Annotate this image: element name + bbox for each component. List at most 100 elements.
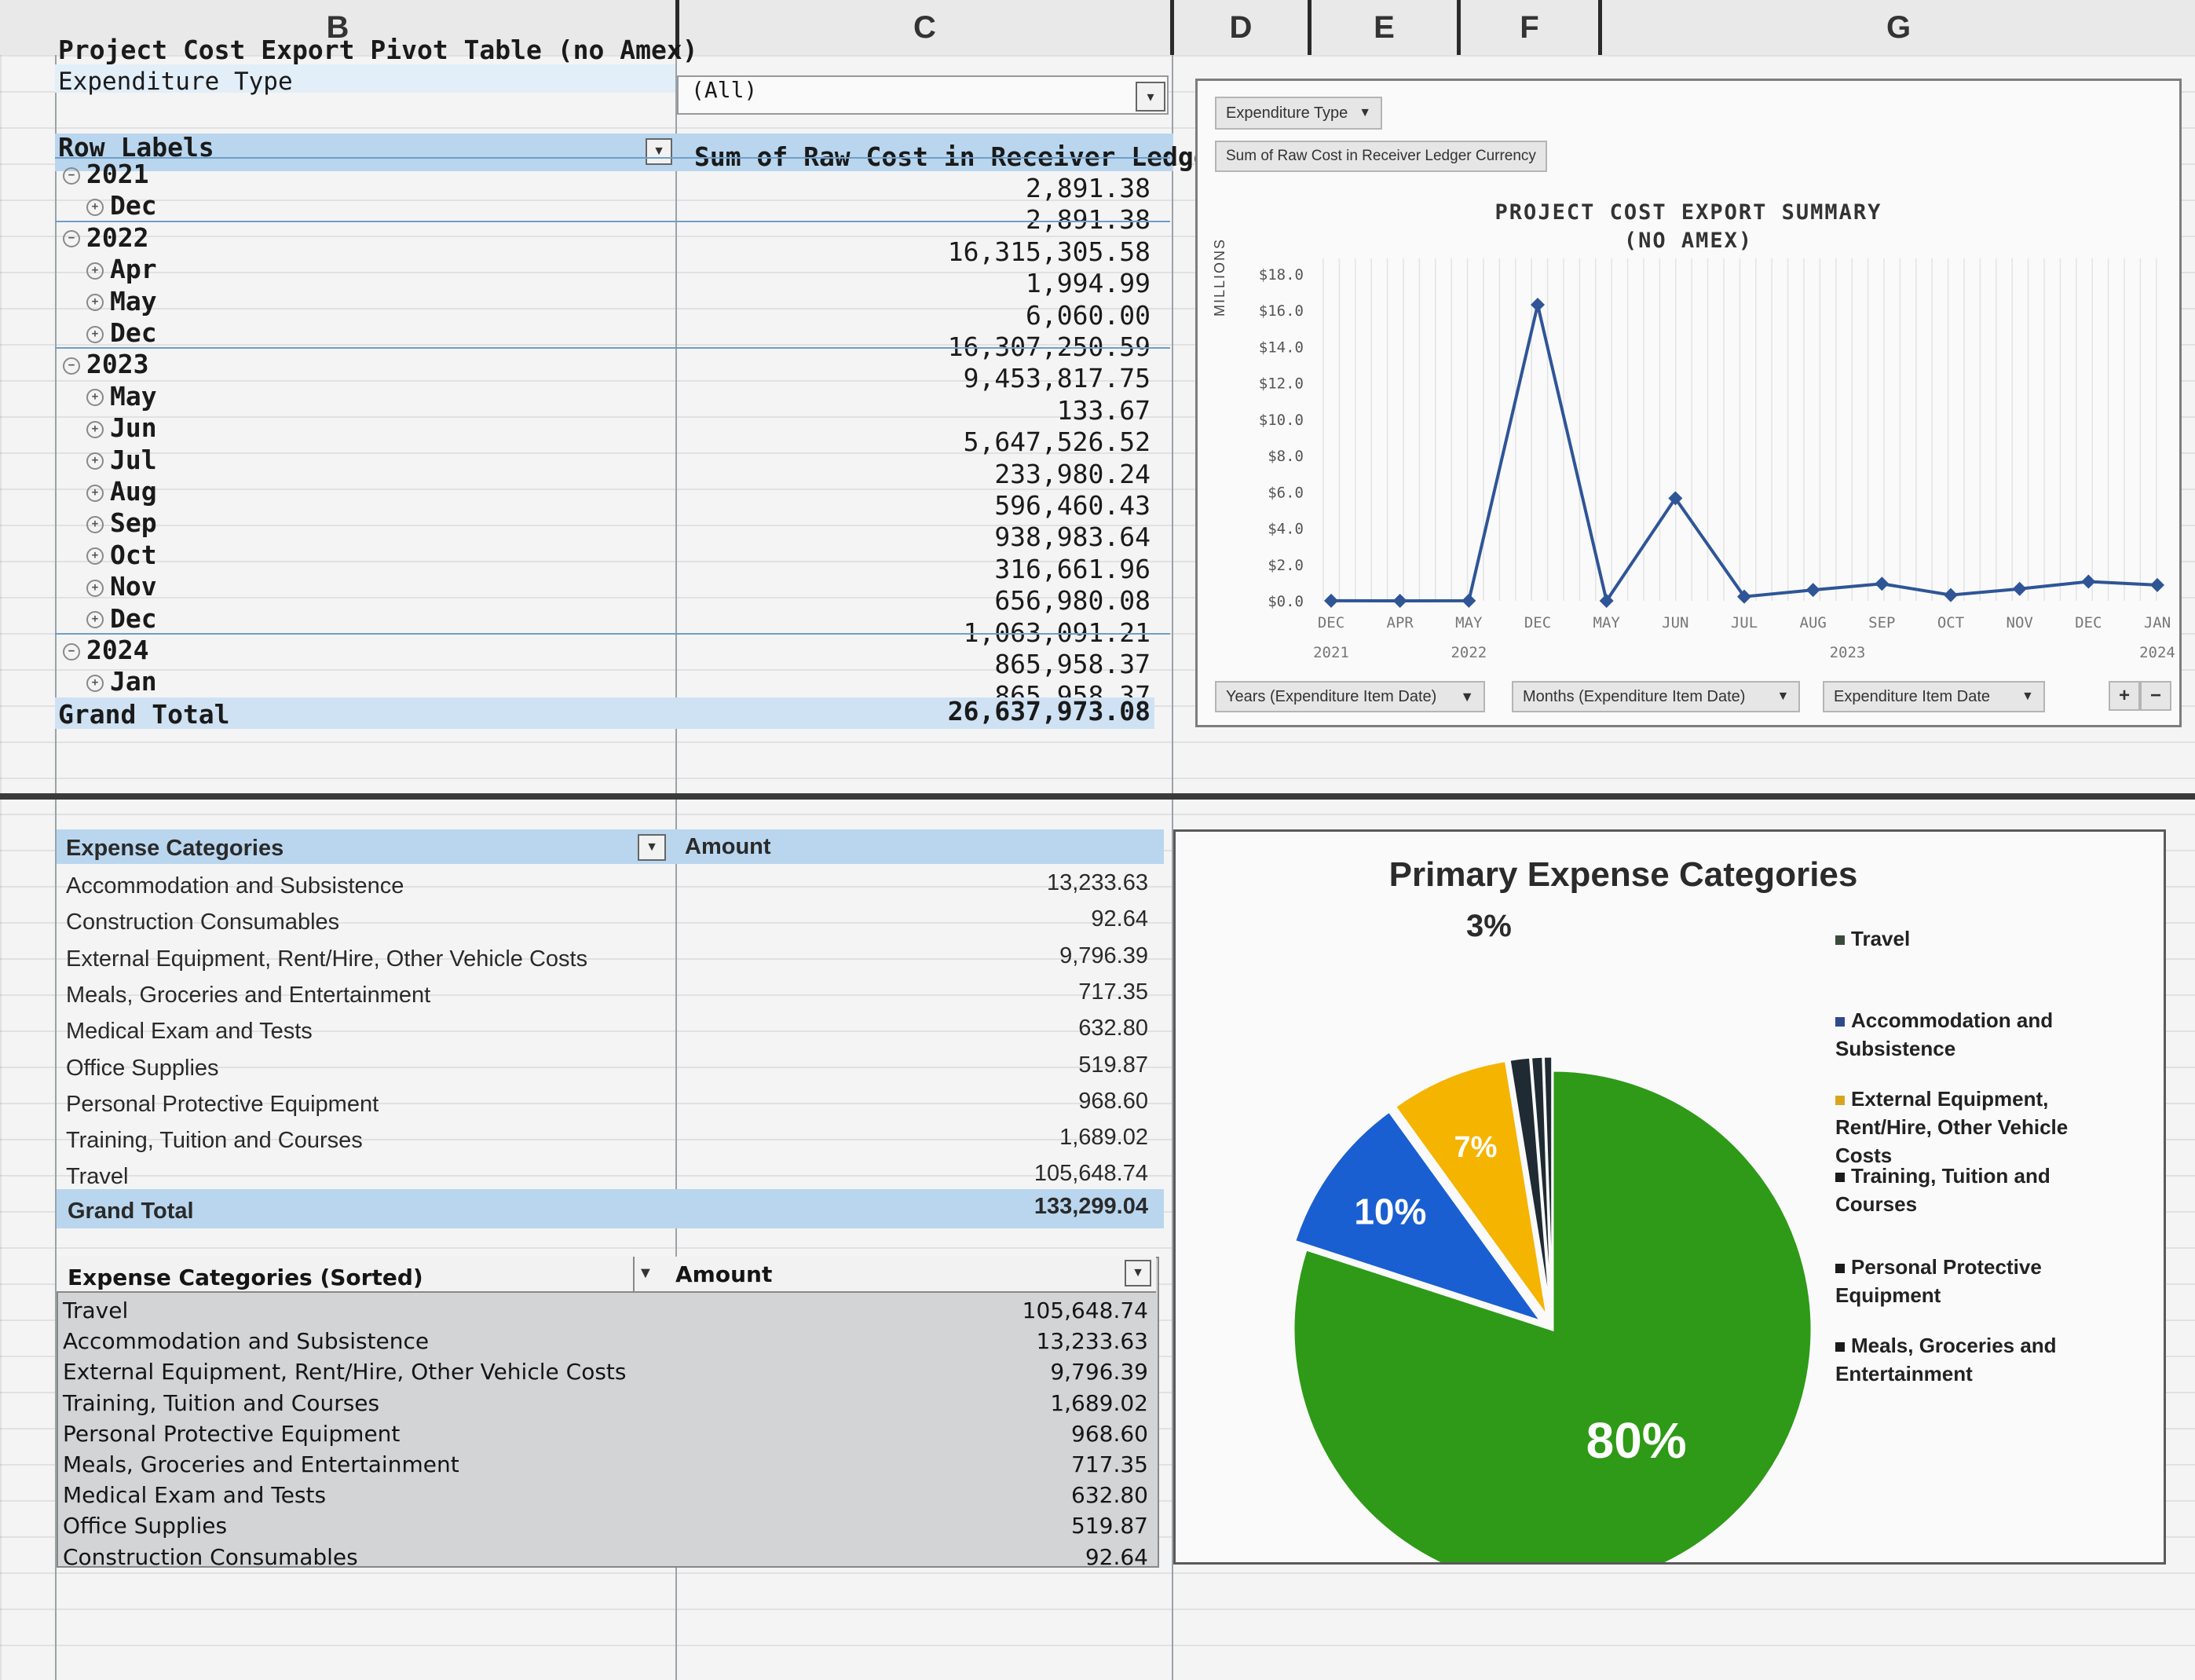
pivot-month-row-label[interactable]: + Dec xyxy=(86,603,157,634)
collapse-icon[interactable]: − xyxy=(63,357,80,375)
pie-chart-panel[interactable]: Primary Expense Categories 3% 80% 10% 7% T… xyxy=(1173,829,2166,1565)
pivot-row-value: 1,994.99 xyxy=(1026,268,1151,299)
x-year-label: 2022 xyxy=(1451,644,1487,661)
column-header-c[interactable]: C xyxy=(679,0,1174,55)
date-field-chip[interactable]: Expenditure Item Date ▼ xyxy=(1823,681,2045,712)
column-header-g[interactable]: G xyxy=(1602,0,2195,55)
pivot-month-row-label[interactable]: + Jan xyxy=(86,666,157,697)
collapse-icon[interactable]: − xyxy=(63,230,80,248)
freeze-pane-divider[interactable] xyxy=(0,793,2195,800)
expand-icon[interactable]: + xyxy=(86,674,104,692)
pivot-month-row-label[interactable]: + May xyxy=(86,381,157,412)
pivot-year-row-label[interactable]: −2023 xyxy=(63,349,148,379)
pivot-month-row-label[interactable]: + Aug xyxy=(86,476,157,507)
pie-legend-item[interactable]: Meals, Groceries and Entertainment xyxy=(1835,1331,2118,1388)
table2-row-label[interactable]: Accommodation and Subsistence xyxy=(66,873,404,899)
filter-label: Expenditure Type xyxy=(58,68,293,96)
legend-label: Personal Protective Equipment xyxy=(1835,1255,2042,1307)
grand-total-value: 26,637,973.08 xyxy=(947,696,1151,727)
line-data-point xyxy=(1531,298,1545,313)
pivot-month-row-label[interactable]: + Oct xyxy=(86,540,157,570)
expand-icon[interactable]: + xyxy=(86,294,104,312)
table2-row-label[interactable]: Office Supplies xyxy=(66,1056,219,1082)
pivot-month-row-label[interactable]: + May xyxy=(86,286,157,317)
table2-header-label[interactable]: Expense Categories xyxy=(66,836,284,862)
pivot-row-label-text: Apr xyxy=(110,254,157,285)
pivot-month-row-label[interactable]: + Jul xyxy=(86,445,157,475)
line-chart-panel[interactable]: Expenditure Type ▼ Sum of Raw Cost in Re… xyxy=(1195,79,2182,727)
pivot-month-row-label[interactable]: + Sep xyxy=(86,507,157,538)
table3-dropdown-icon[interactable]: ▼ xyxy=(1125,1260,1151,1287)
expand-icon[interactable]: + xyxy=(86,579,104,597)
table3-row-label[interactable]: Personal Protective Equipment xyxy=(63,1421,400,1447)
months-field-chip[interactable]: Months (Expenditure Item Date) ▼ xyxy=(1512,681,1801,712)
x-year-label: 2023 xyxy=(1830,644,1866,661)
pie-legend-item[interactable]: Travel xyxy=(1835,924,2118,953)
expand-icon[interactable]: + xyxy=(86,515,104,533)
table2-filter-icon[interactable]: ▼ xyxy=(638,834,666,861)
table3-row-label[interactable]: Construction Consumables xyxy=(63,1544,358,1570)
pivot-row-label-text: 2024 xyxy=(86,635,149,665)
line-chart-series xyxy=(1324,298,2164,608)
pivot-year-row-label[interactable]: −2021 xyxy=(63,159,148,189)
column-header-d[interactable]: D xyxy=(1174,0,1312,55)
months-field-label: Months (Expenditure Item Date) xyxy=(1523,687,1746,705)
pie-legend-item[interactable]: External Equipment, Rent/Hire, Other Veh… xyxy=(1835,1085,2118,1169)
column-header-e[interactable]: E xyxy=(1312,0,1461,55)
collapse-button[interactable]: − xyxy=(2140,681,2171,711)
expand-icon[interactable]: + xyxy=(86,547,104,565)
pivot-month-row-label[interactable]: + Apr xyxy=(86,254,157,284)
table3-row-label[interactable]: Medical Exam and Tests xyxy=(63,1482,326,1508)
y-tick-label: $4.0 xyxy=(1268,521,1304,538)
chevron-down-icon[interactable]: ▼ xyxy=(638,1265,653,1283)
expand-icon[interactable]: + xyxy=(86,484,104,502)
table3-row-label[interactable]: Meals, Groceries and Entertainment xyxy=(63,1451,459,1477)
legend-label: Training, Tuition and Courses xyxy=(1835,1164,2050,1216)
table3-row-label[interactable]: Office Supplies xyxy=(63,1513,227,1539)
collapse-icon[interactable]: − xyxy=(63,167,80,185)
expand-icon[interactable]: + xyxy=(86,198,104,216)
table3-row-label[interactable]: Travel xyxy=(63,1298,128,1323)
collapse-icon[interactable]: − xyxy=(63,642,80,661)
table2-row-label[interactable]: Travel xyxy=(66,1164,129,1190)
expand-icon[interactable]: + xyxy=(86,262,104,280)
expand-icon[interactable]: + xyxy=(86,452,104,470)
dropdown-arrow-icon[interactable]: ▾ xyxy=(1136,82,1165,112)
expand-icon[interactable]: + xyxy=(86,420,104,438)
line-chart-x-labels: DEC APR MAY DEC MAY JUN JUL AUG SEP OCT NOV DEC JAN 2… xyxy=(1313,614,2175,661)
pivot-month-row-label[interactable]: + Nov xyxy=(86,571,157,602)
pivot-month-row-label[interactable]: + Jun xyxy=(86,412,157,443)
pivot-year-row-label[interactable]: −2022 xyxy=(63,222,148,253)
pivot-month-row-label[interactable]: + Dec xyxy=(86,317,157,348)
table2-row-label[interactable]: Medical Exam and Tests xyxy=(66,1019,313,1045)
pivot-month-row-label[interactable]: + Dec xyxy=(86,190,157,221)
expand-icon[interactable]: + xyxy=(86,325,104,343)
table3-header-label[interactable]: Expense Categories (Sorted) xyxy=(68,1265,423,1290)
table3-row-label[interactable]: Training, Tuition and Courses xyxy=(63,1390,379,1416)
y-tick-label: $12.0 xyxy=(1259,375,1304,393)
column-header-f[interactable]: F xyxy=(1461,0,1602,55)
table2-row-label[interactable]: Training, Tuition and Courses xyxy=(66,1128,363,1154)
pivot-year-row-label[interactable]: −2024 xyxy=(63,635,148,665)
table2-row-label[interactable]: Personal Protective Equipment xyxy=(66,1092,379,1118)
table3-row-label[interactable]: External Equipment, Rent/Hire, Other Veh… xyxy=(63,1359,626,1385)
chevron-down-icon: ▼ xyxy=(1776,690,1790,703)
row-labels-filter-icon[interactable]: ▼ xyxy=(646,138,672,165)
pivot-group-separator xyxy=(55,157,1170,159)
line-data-point xyxy=(2150,577,2164,592)
pie-legend-item[interactable]: Accommodation and Subsistence xyxy=(1835,1006,2118,1063)
table3-row-label[interactable]: Accommodation and Subsistence xyxy=(63,1328,429,1354)
table3-header-value[interactable]: Amount xyxy=(675,1261,772,1287)
pie-legend-item[interactable]: Personal Protective Equipment xyxy=(1835,1253,2118,1309)
table2-header-value[interactable]: Amount xyxy=(685,834,771,860)
years-field-chip[interactable]: Years (Expenditure Item Date) ▼ xyxy=(1215,681,1486,712)
table2-row-label[interactable]: Meals, Groceries and Entertainment xyxy=(66,983,430,1008)
expand-icon[interactable]: + xyxy=(86,389,104,407)
table2-row-label[interactable]: External Equipment, Rent/Hire, Other Veh… xyxy=(66,946,587,972)
y-tick-label: $0.0 xyxy=(1268,593,1304,610)
expand-icon[interactable]: + xyxy=(86,611,104,629)
table2-row-label[interactable]: Construction Consumables xyxy=(66,910,339,935)
expand-button[interactable]: + xyxy=(2109,681,2140,711)
table2-row-value: 1,689.02 xyxy=(1059,1125,1148,1151)
pie-legend-item[interactable]: Training, Tuition and Courses xyxy=(1835,1162,2118,1218)
